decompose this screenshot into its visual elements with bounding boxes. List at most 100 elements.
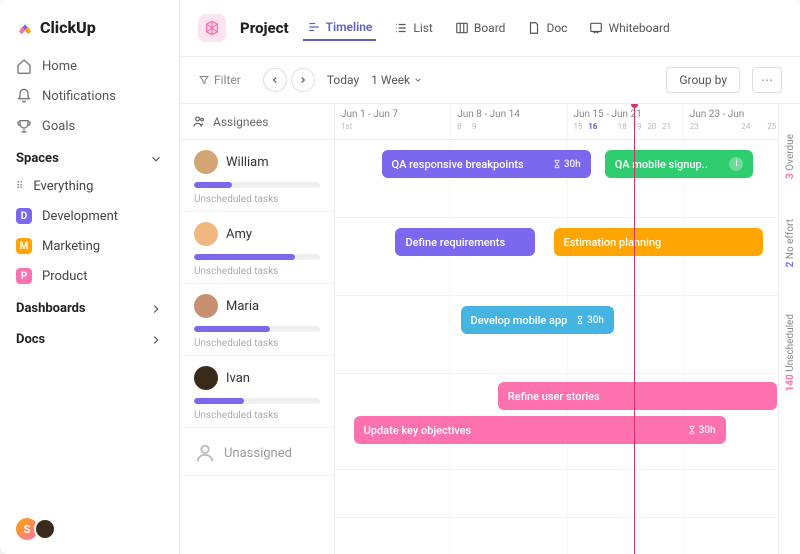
project-icon — [198, 14, 226, 42]
project-title: Project — [240, 19, 289, 37]
view-whiteboard[interactable]: Whiteboard — [585, 16, 673, 40]
date-header: Jun 1 - Jun 71stJun 8 - Jun 1489Jun 15 -… — [335, 104, 800, 140]
spaces-header[interactable]: Spaces — [0, 141, 179, 172]
space-marketing[interactable]: M Marketing — [0, 231, 179, 261]
more-icon: ⋯ — [761, 73, 773, 87]
date-column: Jun 1 - Jun 71st — [335, 104, 451, 139]
hourglass-icon — [575, 315, 585, 325]
avatar — [194, 366, 218, 390]
workload-bar — [194, 326, 320, 332]
hourglass-icon — [687, 425, 697, 435]
chevron-right-icon — [298, 75, 308, 85]
user-icon — [194, 442, 216, 464]
space-badge: M — [16, 238, 32, 254]
view-doc[interactable]: Doc — [523, 16, 571, 40]
people-icon — [192, 114, 207, 129]
current-date-line — [634, 104, 635, 554]
view-board[interactable]: Board — [451, 16, 510, 40]
date-column: Jun 8 - Jun 1489 — [451, 104, 567, 139]
no-effort-flag[interactable]: 2 No effort — [785, 219, 796, 267]
unscheduled-label: Unscheduled tasks — [194, 410, 320, 421]
summary-flags: 3 Overdue 2 No effort 140 Unscheduled — [778, 104, 800, 554]
overdue-flag[interactable]: 3 Overdue — [785, 134, 796, 179]
view-list[interactable]: List — [390, 16, 437, 40]
unscheduled-label: Unscheduled tasks — [194, 194, 320, 205]
task-bar[interactable]: Develop mobile app30h — [461, 306, 614, 334]
task-bar[interactable]: Update key objectives30h — [354, 416, 726, 444]
prev-button[interactable] — [263, 68, 287, 92]
chart-area[interactable]: Jun 1 - Jun 71stJun 8 - Jun 1489Jun 15 -… — [335, 104, 800, 554]
timeline-icon — [307, 20, 321, 34]
space-product[interactable]: P Product — [0, 261, 179, 291]
assignee-row[interactable]: MariaUnscheduled tasks — [180, 284, 334, 356]
assignees-header[interactable]: Assignees — [180, 104, 334, 140]
timeline-row — [335, 470, 800, 518]
clickup-logo-icon — [16, 19, 34, 37]
chevron-right-icon — [149, 333, 163, 347]
trophy-icon — [16, 118, 32, 134]
home-icon — [16, 58, 32, 74]
bell-icon — [16, 88, 32, 104]
logo[interactable]: ClickUp — [0, 14, 179, 51]
whiteboard-icon — [589, 21, 603, 35]
chevron-left-icon — [270, 75, 280, 85]
doc-icon — [527, 21, 541, 35]
board-icon — [455, 21, 469, 35]
unscheduled-label: Unscheduled tasks — [194, 338, 320, 349]
group-by-button[interactable]: Group by — [666, 67, 740, 93]
unscheduled-flag[interactable]: 140 Unscheduled — [785, 314, 796, 391]
filter-icon — [198, 74, 210, 86]
main-content: Project Timeline List Board Doc Whiteboa… — [180, 0, 800, 554]
task-bar[interactable]: Define requirements — [395, 228, 535, 256]
task-bar[interactable]: Estimation planning — [554, 228, 763, 256]
view-timeline[interactable]: Timeline — [303, 15, 377, 41]
today-button[interactable]: Today — [327, 73, 359, 87]
timeline-row: QA responsive breakpoints30h QA mobile si… — [335, 140, 800, 218]
assignee-row[interactable]: AmyUnscheduled tasks — [180, 212, 334, 284]
avatar — [194, 294, 218, 318]
unscheduled-label: Unscheduled tasks — [194, 266, 320, 277]
space-everything[interactable]: ⠿ Everything — [0, 172, 179, 201]
date-column: Jun 15 - Jun 21151618192021 — [568, 104, 684, 139]
avatar — [194, 222, 218, 246]
assignee-row[interactable]: IvanUnscheduled tasks — [180, 356, 334, 428]
assignee-row[interactable]: Unassigned — [180, 428, 334, 476]
info-icon: i — [729, 157, 743, 171]
user-area[interactable]: S — [0, 518, 179, 540]
assignee-row[interactable]: WilliamUnscheduled tasks — [180, 140, 334, 212]
timeline-row: Define requirements Estimation planning — [335, 218, 800, 296]
period-selector[interactable]: 1 Week — [371, 73, 423, 87]
list-icon — [394, 21, 408, 35]
timeline-row: Refine user stories Update key objectives… — [335, 374, 800, 470]
assignee-column: Assignees WilliamUnscheduled tasksAmyUns… — [180, 104, 335, 554]
nav-home[interactable]: Home — [0, 51, 179, 81]
avatar — [34, 518, 56, 540]
next-button[interactable] — [291, 68, 315, 92]
timeline-toolbar: Filter Today 1 Week Group by ⋯ — [180, 57, 800, 104]
nav-goals[interactable]: Goals — [0, 111, 179, 141]
workload-bar — [194, 398, 320, 404]
chevron-down-icon — [149, 152, 163, 166]
filter-button[interactable]: Filter — [198, 73, 241, 87]
task-bar[interactable]: QA responsive breakpoints30h — [382, 150, 591, 178]
nav-notifications[interactable]: Notifications — [0, 81, 179, 111]
space-badge: D — [16, 208, 32, 224]
view-tabs: Project Timeline List Board Doc Whiteboa… — [180, 0, 800, 57]
timeline-area: Assignees WilliamUnscheduled tasksAmyUns… — [180, 104, 800, 554]
app-name: ClickUp — [40, 18, 96, 37]
workload-bar — [194, 254, 320, 260]
sidebar: ClickUp Home Notifications Goals Spaces … — [0, 0, 180, 554]
docs-header[interactable]: Docs — [0, 322, 179, 353]
hourglass-icon — [552, 159, 562, 169]
grid-icon: ⠿ — [16, 181, 23, 192]
more-button[interactable]: ⋯ — [752, 67, 782, 93]
space-badge: P — [16, 268, 32, 284]
timeline-row: Develop mobile app30h — [335, 296, 800, 374]
space-development[interactable]: D Development — [0, 201, 179, 231]
chevron-right-icon — [149, 302, 163, 316]
workload-bar — [194, 182, 320, 188]
chevron-down-icon — [413, 75, 423, 85]
task-bar[interactable]: QA mobile signup..i — [605, 150, 754, 178]
dashboards-header[interactable]: Dashboards — [0, 291, 179, 322]
task-bar[interactable]: Refine user stories — [498, 382, 777, 410]
